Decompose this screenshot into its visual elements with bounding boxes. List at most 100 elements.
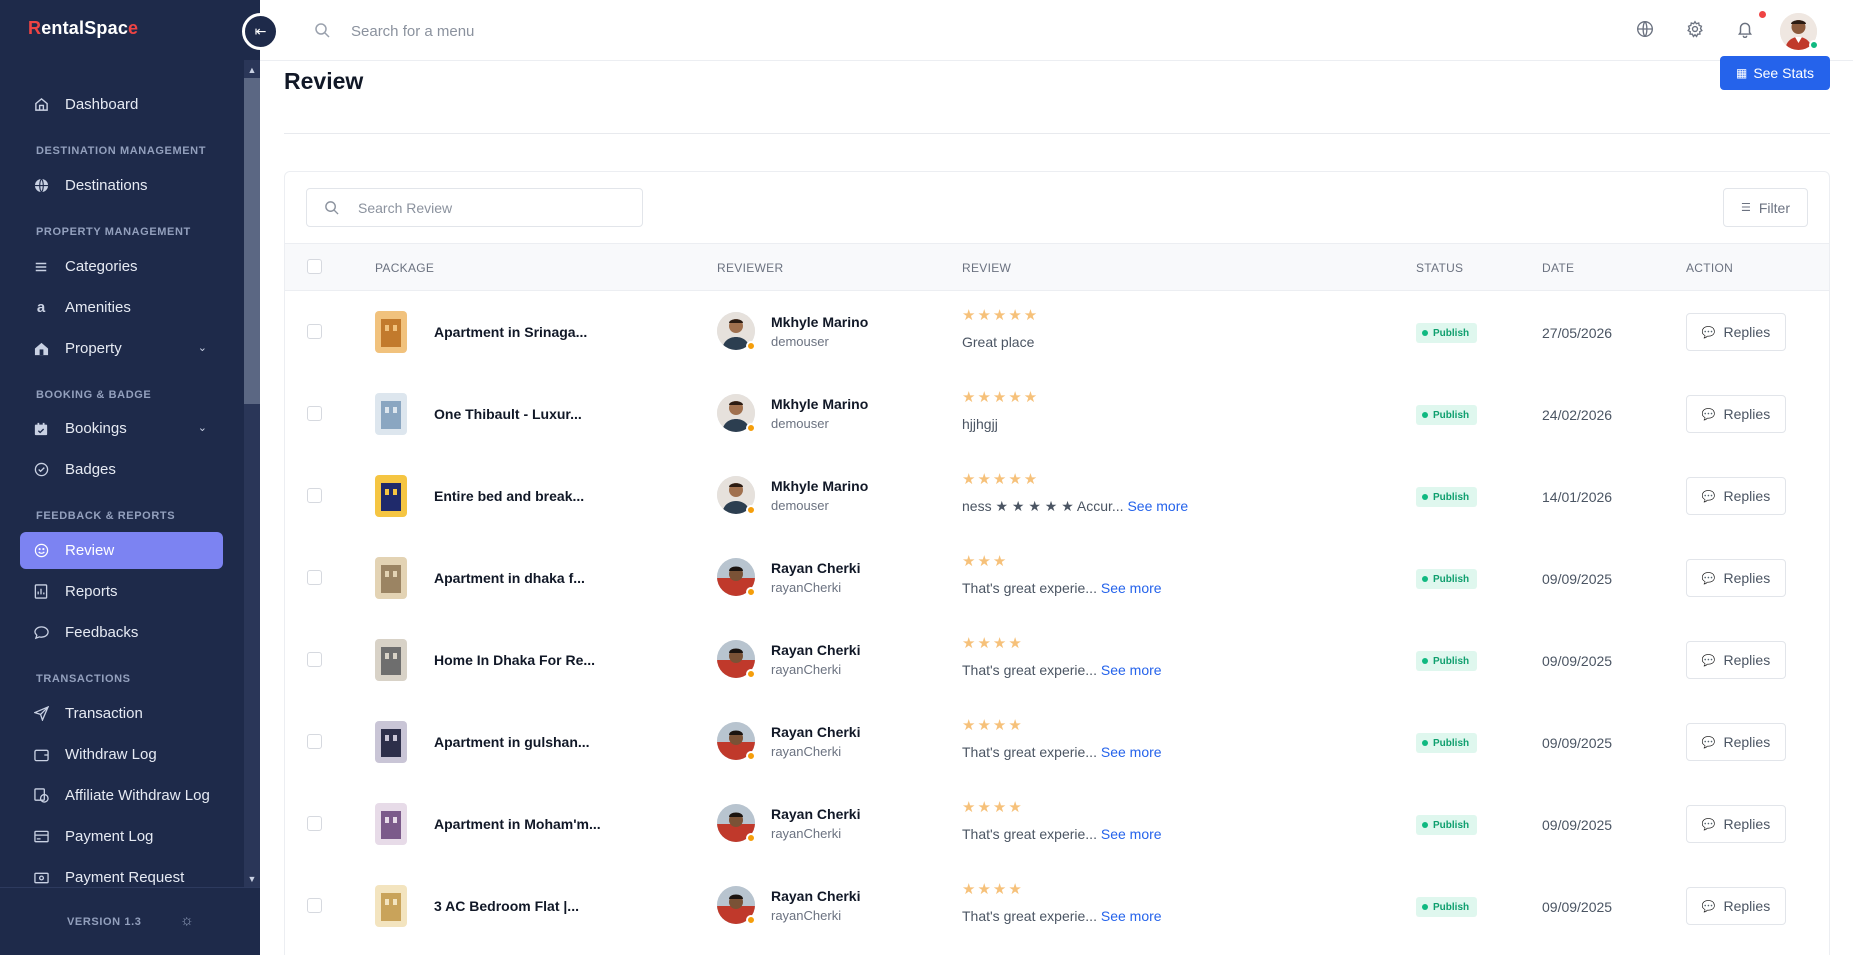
reviewer-name: Mkhyle Marino (771, 314, 869, 330)
sidebar-item-transaction[interactable]: Transaction (20, 695, 223, 732)
replies-button[interactable]: 💬 Replies (1686, 313, 1786, 351)
review-search-input[interactable] (358, 198, 628, 218)
reviewer-name: Rayan Cherki (771, 888, 861, 904)
package-thumbnail (375, 803, 407, 845)
review-date: 09/09/2025 (1542, 899, 1613, 915)
brand-logo[interactable]: RentalSpace (28, 18, 138, 39)
sidebar-item-amenities[interactable]: a Amenities (20, 289, 223, 326)
section-destination-management: DESTINATION MANAGEMENT (36, 145, 207, 157)
sidebar-item-label: Payment Log (65, 828, 154, 845)
sidebar-item-withdraw-log[interactable]: Withdraw Log (20, 736, 223, 773)
status-badge: Publish (1416, 323, 1478, 343)
package-name[interactable]: Apartment in Moham'm... (434, 816, 601, 832)
status-dot (1422, 822, 1428, 828)
replies-button[interactable]: 💬 Replies (1686, 887, 1786, 925)
see-more-link[interactable]: See more (1101, 580, 1162, 596)
filter-button[interactable]: ☰ Filter (1723, 188, 1808, 227)
row-checkbox[interactable] (307, 324, 322, 339)
replies-button[interactable]: 💬 Replies (1686, 477, 1786, 515)
sidebar-item-reports[interactable]: Reports (20, 573, 223, 610)
package-name[interactable]: Apartment in gulshan... (434, 734, 590, 750)
scroll-down-icon[interactable]: ▼ (244, 871, 260, 887)
sidebar-item-dashboard[interactable]: Dashboard (20, 86, 223, 123)
search-icon (324, 200, 339, 220)
globe-icon[interactable] (1636, 20, 1656, 40)
see-stats-button[interactable]: ▦ See Stats (1720, 56, 1830, 90)
status-label: Publish (1433, 491, 1470, 503)
sidebar-item-categories[interactable]: Categories (20, 248, 223, 285)
menu-search-input[interactable] (351, 18, 751, 44)
package-name[interactable]: Entire bed and break... (434, 488, 584, 504)
package-name[interactable]: Apartment in Srinaga... (434, 324, 587, 340)
search-icon (314, 22, 330, 43)
chevron-down-icon[interactable]: ⌄ (198, 421, 207, 434)
amenities-icon: a (36, 299, 46, 316)
reviewer-name: Mkhyle Marino (771, 396, 869, 412)
sidebar-item-feedbacks[interactable]: Feedbacks (20, 614, 223, 651)
row-checkbox[interactable] (307, 488, 322, 503)
status-label: Publish (1433, 901, 1470, 913)
sidebar-item-badges[interactable]: Badges (20, 451, 223, 488)
chat-icon: 💬 (1701, 736, 1716, 749)
row-checkbox[interactable] (307, 898, 322, 913)
see-more-link[interactable]: See more (1101, 744, 1162, 760)
sidebar-item-bookings[interactable]: Bookings ⌄ (20, 410, 223, 447)
sidebar-item-property[interactable]: Property ⌄ (20, 330, 223, 367)
home-icon (33, 97, 49, 113)
replies-label: Replies (1723, 488, 1771, 504)
row-checkbox[interactable] (307, 734, 322, 749)
status-dot (1422, 412, 1428, 418)
replies-label: Replies (1723, 324, 1771, 340)
package-name[interactable]: 3 AC Bedroom Flat |... (434, 898, 579, 914)
gear-icon[interactable] (1686, 20, 1706, 40)
see-more-link[interactable]: See more (1101, 908, 1162, 924)
column-header-package: PACKAGE (375, 261, 435, 275)
replies-button[interactable]: 💬 Replies (1686, 559, 1786, 597)
replies-label: Replies (1723, 734, 1771, 750)
send-icon (33, 706, 49, 722)
status-label: Publish (1433, 655, 1470, 667)
replies-button[interactable]: 💬 Replies (1686, 805, 1786, 843)
row-checkbox[interactable] (307, 816, 322, 831)
sidebar-collapse-button[interactable]: ⇤ (242, 13, 279, 50)
smile-icon (33, 543, 49, 559)
affiliate-icon (33, 788, 49, 804)
row-checkbox[interactable] (307, 406, 322, 421)
review-text: That's great experie... (962, 908, 1097, 924)
sidebar-item-label: Badges (65, 461, 116, 478)
bell-icon[interactable] (1736, 20, 1756, 40)
package-name[interactable]: Apartment in dhaka f... (434, 570, 585, 586)
filter-label: Filter (1758, 199, 1790, 216)
reviewer-status-dot (746, 423, 756, 433)
rating-stars: ★★★★★ (962, 389, 1040, 406)
chat-icon: 💬 (1701, 900, 1716, 913)
sun-icon[interactable]: ☼ (180, 912, 194, 929)
row-checkbox[interactable] (307, 570, 322, 585)
package-name[interactable]: One Thibault - Luxur... (434, 406, 582, 422)
review-date: 09/09/2025 (1542, 735, 1613, 751)
chat-icon: 💬 (1701, 818, 1716, 831)
replies-label: Replies (1723, 898, 1771, 914)
package-name[interactable]: Home In Dhaka For Re... (434, 652, 595, 668)
sidebar-item-label: Destinations (65, 177, 148, 194)
sidebar-item-payment-log[interactable]: Payment Log (20, 818, 223, 855)
row-checkbox[interactable] (307, 652, 322, 667)
see-more-link[interactable]: See more (1101, 826, 1162, 842)
sidebar-scrollbar-thumb[interactable] (244, 78, 260, 404)
review-text-cell: That's great experie... See more (962, 662, 1162, 678)
sidebar-item-review[interactable]: Review (20, 532, 223, 569)
reviewer-username: rayanCherki (771, 908, 842, 923)
review-text: That's great experie... (962, 580, 1097, 596)
sidebar-item-affiliate-withdraw-log[interactable]: Affiliate Withdraw Log (20, 777, 223, 814)
see-more-link[interactable]: See more (1101, 662, 1162, 678)
scroll-up-icon[interactable]: ▲ (244, 62, 260, 78)
chevron-down-icon[interactable]: ⌄ (198, 341, 207, 354)
review-text-cell: That's great experie... See more (962, 826, 1162, 842)
reviewer-name: Rayan Cherki (771, 560, 861, 576)
replies-button[interactable]: 💬 Replies (1686, 641, 1786, 679)
see-more-link[interactable]: See more (1127, 498, 1188, 514)
replies-button[interactable]: 💬 Replies (1686, 723, 1786, 761)
sidebar-item-destinations[interactable]: Destinations (20, 167, 223, 204)
replies-button[interactable]: 💬 Replies (1686, 395, 1786, 433)
select-all-checkbox[interactable] (307, 259, 322, 274)
